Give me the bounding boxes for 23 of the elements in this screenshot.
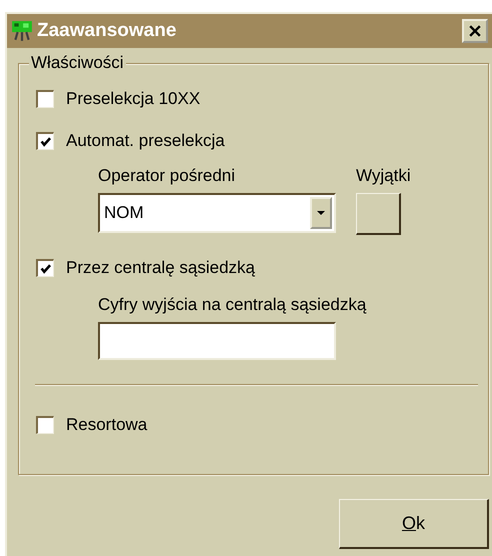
- close-button[interactable]: [462, 19, 488, 43]
- input-field[interactable]: [98, 322, 336, 360]
- operator-dropdown[interactable]: NOM: [98, 193, 336, 233]
- checkbox[interactable]: [36, 416, 54, 434]
- check-icon: [39, 135, 52, 148]
- ok-button[interactable]: Ok: [339, 499, 489, 549]
- caret-icon: [317, 211, 325, 215]
- checkbox[interactable]: [36, 259, 54, 277]
- field-label: Operator pośredni: [98, 166, 236, 186]
- field-label: Cyfry wyjścia na centralą sąsiedzką: [98, 295, 368, 315]
- checkbox-label: Automat. preselekcja: [66, 131, 225, 151]
- checkbox-label: Resortowa: [66, 415, 148, 435]
- checkbox-label: Preselekcja 10XX: [66, 89, 200, 109]
- dropdown-button[interactable]: [310, 197, 332, 229]
- check-icon: [39, 262, 52, 275]
- checkbox[interactable]: [36, 90, 54, 108]
- field-label: Wyjątki: [356, 166, 411, 186]
- network-icon: [11, 20, 33, 42]
- window-title: Zaawansowane: [37, 20, 178, 42]
- checkbox[interactable]: [36, 132, 54, 150]
- checkbox-label: Przez centralę sąsiedzką: [66, 258, 255, 278]
- exceptions-button[interactable]: [356, 193, 401, 235]
- close-icon: [469, 25, 481, 37]
